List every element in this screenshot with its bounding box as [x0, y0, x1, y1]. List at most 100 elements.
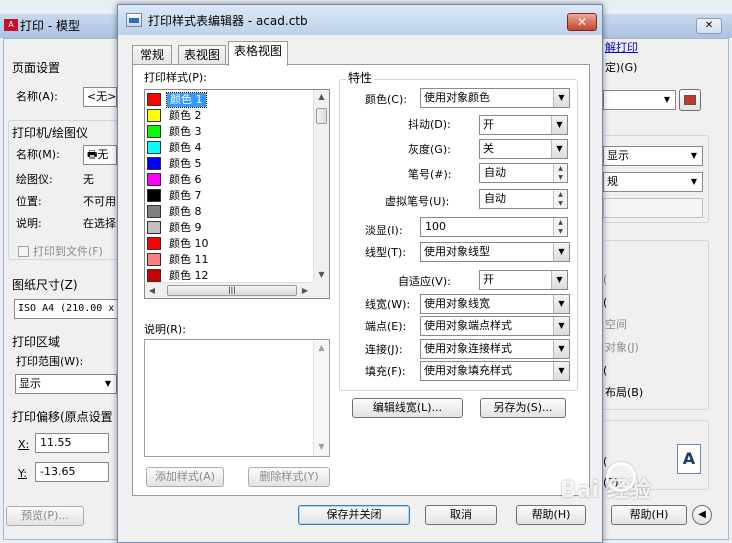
dialog-title: 打印样式表编辑器 - acad.ctb — [148, 14, 308, 28]
paper-size-combo[interactable]: ISO A4 (210.00 x — [14, 299, 118, 319]
dialog-close-button[interactable]: ✕ — [567, 13, 597, 31]
plotter-properties-button[interactable] — [679, 89, 701, 111]
help-button[interactable]: 帮助(H) — [516, 505, 586, 525]
tab-general[interactable]: 常规 — [132, 45, 172, 65]
page-setup-name-label: 名称(A): — [16, 90, 58, 103]
chevron-down-icon: ▼ — [551, 116, 567, 134]
color-swatch — [147, 205, 161, 218]
print-style-item[interactable]: 颜色 7 — [147, 188, 313, 204]
description-value: 在选择 — [83, 217, 116, 230]
description-textbox[interactable]: ▲ ▼ — [144, 339, 330, 457]
plot-range-combo[interactable]: 显示 ▼ — [15, 374, 117, 394]
color-swatch — [147, 157, 161, 170]
spin-down-icon[interactable]: ▼ — [554, 173, 567, 182]
linetype-combo[interactable]: 使用对象线型 ▼ — [420, 242, 570, 262]
spin-down-icon[interactable]: ▼ — [554, 227, 567, 236]
chevron-down-icon: ▼ — [553, 317, 569, 335]
dialog-titlebar: 打印样式表编辑器 - acad.ctb ✕ — [118, 5, 602, 35]
print-style-item[interactable]: 颜色 3 — [147, 124, 313, 140]
color-swatch — [147, 125, 161, 138]
dither-combo[interactable]: 开 ▼ — [479, 115, 568, 135]
print-style-label: 颜色 1 — [166, 92, 207, 108]
offset-x-input[interactable]: 11.55 — [35, 433, 109, 453]
tab-form-view[interactable]: 表格视图 — [228, 41, 288, 66]
color-swatch — [147, 269, 161, 282]
spin-up-icon[interactable]: ▲ — [554, 218, 567, 227]
spin-up-icon[interactable]: ▲ — [554, 190, 567, 199]
right-dpi-input[interactable] — [603, 198, 703, 218]
save-as-button[interactable]: 另存为(S)... — [480, 398, 566, 418]
scroll-up-icon[interactable]: ▲ — [314, 343, 329, 352]
scroll-down-icon[interactable]: ▼ — [314, 442, 329, 451]
color-combo[interactable]: 使用对象颜色 ▼ — [420, 88, 570, 108]
screening-spinner[interactable]: ▲ ▼ — [553, 218, 567, 236]
printer-icon: 🖶 — [87, 148, 98, 161]
edit-lineweights-button[interactable]: 编辑线宽(L)... — [352, 398, 463, 418]
delete-style-button[interactable]: 删除样式(Y) — [248, 467, 330, 487]
endstyle-combo[interactable]: 使用对象端点样式 ▼ — [420, 316, 570, 336]
dither-label: 抖动(D): — [408, 118, 451, 131]
chevron-down-icon: ▼ — [553, 295, 569, 313]
print-style-item[interactable]: 颜色 6 — [147, 172, 313, 188]
save-and-close-button[interactable]: 保存并关闭 — [298, 505, 410, 525]
right-combo-display[interactable]: 显示 ▼ — [603, 146, 703, 166]
fillstyle-combo[interactable]: 使用对象填充样式 ▼ — [420, 361, 570, 381]
printer-name-combo[interactable]: 🖶无 — [83, 145, 117, 165]
adaptive-combo[interactable]: 开 ▼ — [479, 270, 568, 290]
spin-down-icon[interactable]: ▼ — [554, 199, 567, 208]
chevron-down-icon: ▼ — [553, 340, 569, 358]
right-note: 定)(G) — [605, 61, 638, 74]
virtual-pen-spinner[interactable]: ▲ ▼ — [553, 190, 567, 208]
scroll-down-icon[interactable]: ▼ — [314, 270, 329, 279]
print-style-item[interactable]: 颜色 9 — [147, 220, 313, 236]
spin-up-icon[interactable]: ▲ — [554, 164, 567, 173]
pen-number-input[interactable]: 自动 ▲ ▼ — [479, 163, 568, 183]
offset-y-label: Y: — [18, 467, 27, 480]
print-style-item[interactable]: 颜色 2 — [147, 108, 313, 124]
offset-y-input[interactable]: -13.65 — [35, 462, 109, 482]
print-styles-label: 打印样式(P): — [144, 71, 207, 84]
tab-table-view[interactable]: 表视图 — [178, 45, 226, 65]
bg-help-button[interactable]: 帮助(H) — [611, 505, 687, 525]
print-styles-vscrollbar[interactable]: ▲ ▼ — [313, 90, 329, 284]
scroll-up-icon[interactable]: ▲ — [314, 92, 329, 101]
color-swatch — [147, 173, 161, 186]
print-style-item[interactable]: 颜色 5 — [147, 156, 313, 172]
print-style-label: 颜色 4 — [169, 141, 202, 154]
expand-options-button[interactable]: ◀ — [692, 505, 712, 525]
joinstyle-label: 连接(J): — [365, 343, 403, 356]
print-styles-hscrollbar[interactable]: ◀ ||| ▶ — [145, 282, 313, 298]
description-vscrollbar[interactable]: ▲ ▼ — [313, 340, 329, 456]
print-style-item[interactable]: 颜色 4 — [147, 140, 313, 156]
vscroll-thumb[interactable] — [316, 108, 327, 124]
grayscale-combo[interactable]: 关 ▼ — [479, 139, 568, 159]
print-to-file-checkbox[interactable] — [18, 246, 29, 257]
print-style-label: 颜色 10 — [169, 237, 209, 250]
pen-number-spinner[interactable]: ▲ ▼ — [553, 164, 567, 182]
print-style-item[interactable]: 颜色 8 — [147, 204, 313, 220]
page-setup-name-combo[interactable]: <无> — [83, 87, 117, 107]
cancel-button[interactable]: 取消 — [425, 505, 497, 525]
scroll-right-icon[interactable]: ▶ — [300, 286, 310, 295]
preview-button[interactable]: 预览(P)... — [6, 506, 84, 526]
plotter-icon — [684, 95, 696, 105]
right-combo-quality[interactable]: 规 ▼ — [603, 172, 703, 192]
print-style-item[interactable]: 颜色 10 — [147, 236, 313, 252]
print-style-label: 颜色 3 — [169, 125, 202, 138]
right-page-setup-combo[interactable]: ▼ — [603, 90, 676, 110]
print-window-close-button[interactable]: ✕ — [696, 18, 722, 34]
scroll-corner — [313, 282, 329, 298]
print-style-item[interactable]: 颜色 11 — [147, 252, 313, 268]
add-style-button[interactable]: 添加样式(A) — [146, 467, 224, 487]
paper-size-header: 图纸尺寸(Z) — [12, 278, 78, 292]
right-link[interactable]: 解打印 — [605, 41, 638, 55]
chevron-down-icon: ▼ — [690, 177, 698, 186]
virtual-pen-input[interactable]: 自动 ▲ ▼ — [479, 189, 568, 209]
screening-input[interactable]: 100 ▲ ▼ — [420, 217, 568, 237]
hscroll-thumb[interactable]: ||| — [167, 285, 297, 296]
print-style-item[interactable]: 颜色 1 — [147, 92, 313, 108]
print-styles-list[interactable]: 颜色 1 颜色 2 颜色 3 颜色 4 颜色 5 颜色 6 颜色 7 颜色 8 颜色 9 颜色 1… — [144, 89, 330, 299]
scroll-left-icon[interactable]: ◀ — [147, 286, 157, 295]
joinstyle-combo[interactable]: 使用对象连接样式 ▼ — [420, 339, 570, 359]
lineweight-combo[interactable]: 使用对象线宽 ▼ — [420, 294, 570, 314]
